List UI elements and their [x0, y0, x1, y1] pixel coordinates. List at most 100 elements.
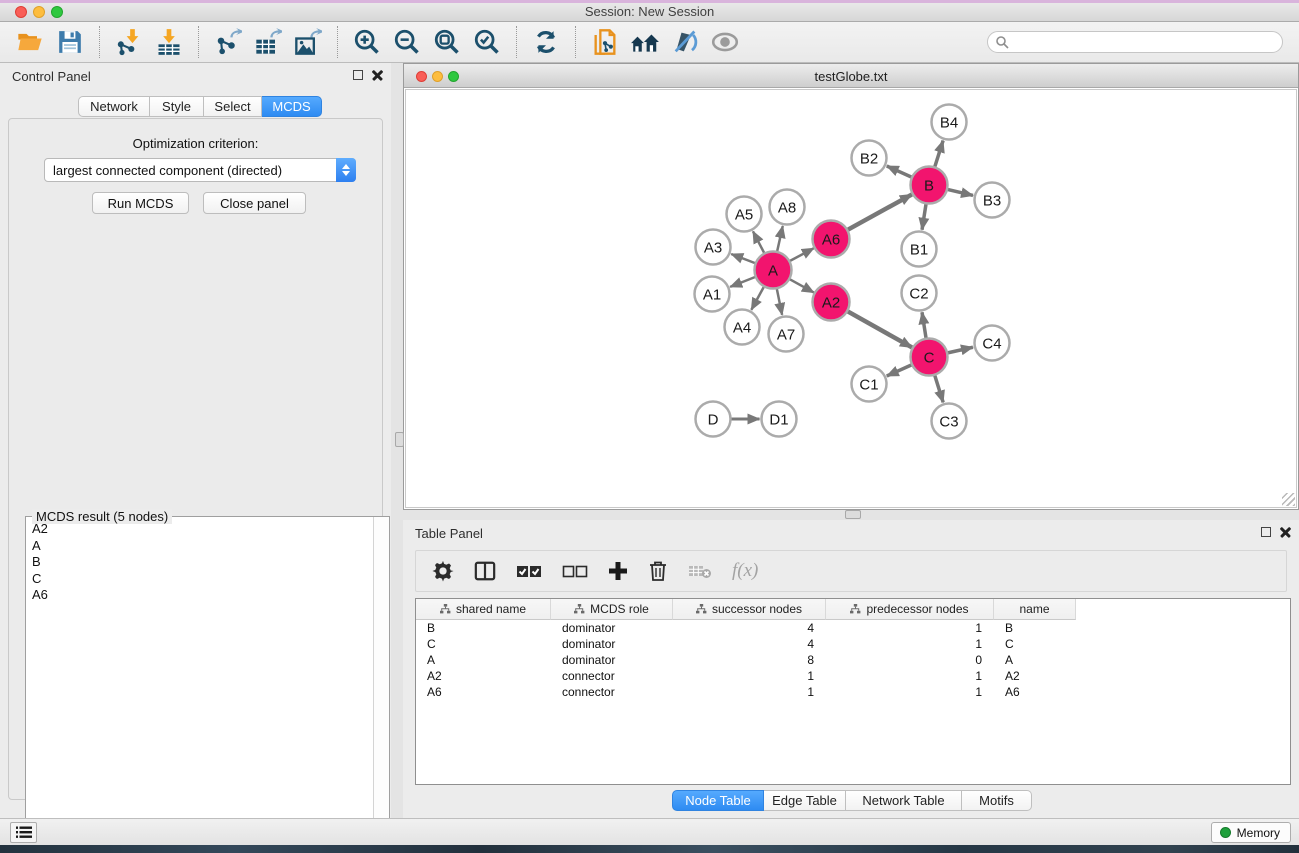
- delete-column-icon[interactable]: [648, 556, 668, 586]
- mcds-result-item[interactable]: A2: [27, 521, 372, 538]
- delete-table-icon[interactable]: [688, 556, 712, 586]
- node-A5[interactable]: A5: [727, 197, 762, 232]
- open-session-icon[interactable]: [13, 25, 47, 59]
- column-header-predecessor-nodes[interactable]: predecessor nodes: [826, 599, 994, 620]
- function-builder-icon[interactable]: f(x): [732, 560, 758, 582]
- edge-A-A8[interactable]: [777, 226, 783, 252]
- edge-B-B4[interactable]: [935, 141, 944, 168]
- table-tab-node-table[interactable]: Node Table: [672, 790, 764, 811]
- edge-A-A3[interactable]: [731, 254, 756, 263]
- task-history-button[interactable]: [10, 822, 37, 843]
- split-table-icon[interactable]: [474, 556, 496, 586]
- edge-A6-B[interactable]: [847, 194, 912, 230]
- horizontal-divider-handle[interactable]: [845, 510, 861, 519]
- node-B4[interactable]: B4: [932, 105, 967, 140]
- table-tab-network-table[interactable]: Network Table: [846, 790, 962, 811]
- run-mcds-button[interactable]: Run MCDS: [92, 192, 189, 214]
- node-C2[interactable]: C2: [902, 276, 937, 311]
- node-A8[interactable]: A8: [770, 190, 805, 225]
- node-D1[interactable]: D1: [762, 402, 797, 437]
- table-row[interactable]: A6connector11A6: [416, 684, 1290, 700]
- edge-A-A7[interactable]: [777, 288, 782, 315]
- column-header-name[interactable]: name: [994, 599, 1076, 620]
- tab-mcds[interactable]: MCDS: [262, 96, 322, 117]
- node-A3[interactable]: A3: [696, 230, 731, 265]
- zoom-selected-icon[interactable]: [470, 25, 504, 59]
- network-from-file-icon[interactable]: [588, 25, 622, 59]
- show-graphics-details-icon[interactable]: [708, 25, 742, 59]
- settings-gear-icon[interactable]: [432, 556, 454, 586]
- mcds-result-item[interactable]: A: [27, 538, 372, 555]
- close-panel-icon[interactable]: [372, 69, 383, 80]
- table-tab-motifs[interactable]: Motifs: [962, 790, 1032, 811]
- mcds-result-item[interactable]: A6: [27, 587, 372, 604]
- add-column-icon[interactable]: [608, 556, 628, 586]
- tab-style[interactable]: Style: [150, 96, 204, 117]
- table-tab-edge-table[interactable]: Edge Table: [764, 790, 846, 811]
- node-B[interactable]: B: [911, 167, 948, 204]
- node-B2[interactable]: B2: [852, 141, 887, 176]
- edge-C-C1[interactable]: [887, 365, 912, 376]
- zoom-in-icon[interactable]: [350, 25, 384, 59]
- result-scrollbar[interactable]: [373, 517, 389, 853]
- node-B3[interactable]: B3: [975, 183, 1010, 218]
- memory-button[interactable]: Memory: [1211, 822, 1291, 843]
- hide-labels-icon[interactable]: [668, 25, 702, 59]
- edge-C-C3[interactable]: [935, 375, 944, 403]
- tab-select[interactable]: Select: [204, 96, 262, 117]
- edge-A-A6[interactable]: [789, 248, 813, 261]
- export-network-icon[interactable]: [211, 25, 245, 59]
- import-table-icon[interactable]: [152, 25, 186, 59]
- criterion-dropdown[interactable]: largest connected component (directed): [44, 158, 356, 182]
- close-table-panel-icon[interactable]: [1280, 526, 1291, 537]
- vertical-divider-handle[interactable]: [395, 432, 404, 447]
- edge-A-A2[interactable]: [789, 279, 814, 293]
- table-row[interactable]: Bdominator41B: [416, 620, 1290, 636]
- column-header-shared-name[interactable]: shared name: [416, 599, 551, 620]
- node-A4[interactable]: A4: [725, 310, 760, 345]
- select-all-icon[interactable]: [516, 556, 542, 586]
- mcds-result-item[interactable]: B: [27, 554, 372, 571]
- node-A6[interactable]: A6: [813, 221, 850, 258]
- column-header-successor-nodes[interactable]: successor nodes: [673, 599, 826, 620]
- table-row[interactable]: Adominator80A: [416, 652, 1290, 668]
- node-A2[interactable]: A2: [813, 284, 850, 321]
- node-C1[interactable]: C1: [852, 367, 887, 402]
- home-layout-icon[interactable]: [628, 25, 662, 59]
- column-header-MCDS-role[interactable]: MCDS role: [551, 599, 673, 620]
- float-table-panel-icon[interactable]: [1261, 527, 1271, 537]
- edge-B-B2[interactable]: [887, 166, 912, 177]
- import-network-icon[interactable]: [112, 25, 146, 59]
- refresh-icon[interactable]: [529, 25, 563, 59]
- node-C[interactable]: C: [911, 339, 948, 376]
- deselect-all-icon[interactable]: [562, 556, 588, 586]
- node-C3[interactable]: C3: [932, 404, 967, 439]
- edge-B-B1[interactable]: [922, 203, 926, 229]
- export-image-icon[interactable]: [291, 25, 325, 59]
- network-canvas[interactable]: B4 B2 B B3 A8A5 A6 A3 B1 A A1 C2 A2 A4 A7 C4 C C1 D C3 D1: [405, 89, 1297, 508]
- resize-grip[interactable]: [1282, 493, 1295, 506]
- node-B1[interactable]: B1: [902, 232, 937, 267]
- edge-B-B3[interactable]: [947, 189, 973, 195]
- edge-A-A4[interactable]: [751, 286, 764, 310]
- edge-C-C4[interactable]: [947, 347, 973, 353]
- zoom-out-icon[interactable]: [390, 25, 424, 59]
- save-session-icon[interactable]: [53, 25, 87, 59]
- node-D[interactable]: D: [696, 402, 731, 437]
- tab-network[interactable]: Network: [78, 96, 150, 117]
- node-A[interactable]: A: [755, 252, 792, 289]
- node-A1[interactable]: A1: [695, 277, 730, 312]
- edge-A-A1[interactable]: [730, 277, 756, 287]
- node-C4[interactable]: C4: [975, 326, 1010, 361]
- zoom-fit-icon[interactable]: [430, 25, 464, 59]
- export-table-icon[interactable]: [251, 25, 285, 59]
- edge-A-A5[interactable]: [753, 231, 765, 253]
- float-panel-icon[interactable]: [353, 70, 363, 80]
- close-panel-button[interactable]: Close panel: [203, 192, 306, 214]
- table-row[interactable]: Cdominator41C: [416, 636, 1290, 652]
- table-row[interactable]: A2connector11A2: [416, 668, 1290, 684]
- search-input[interactable]: [987, 31, 1283, 53]
- mcds-result-item[interactable]: C: [27, 571, 372, 588]
- node-A7[interactable]: A7: [769, 317, 804, 352]
- edge-A2-C[interactable]: [847, 311, 912, 347]
